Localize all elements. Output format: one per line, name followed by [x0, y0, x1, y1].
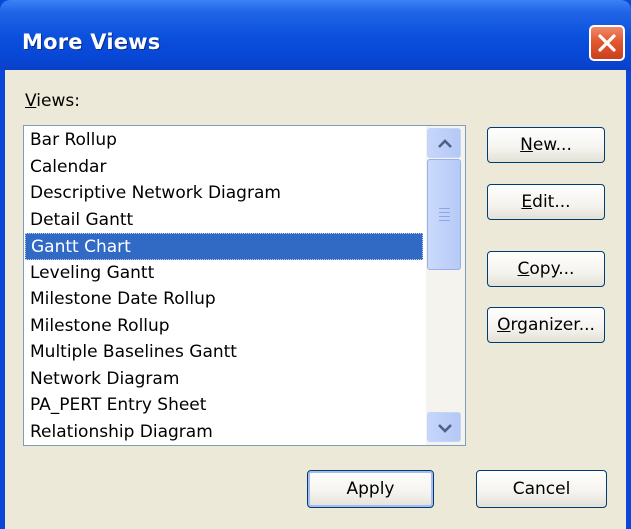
list-item[interactable]: Relationship Diagram	[25, 419, 423, 446]
list-item[interactable]: PA_PERT Entry Sheet	[25, 392, 423, 419]
apply-button-label: Apply	[346, 479, 395, 499]
edit-button[interactable]: Edit...	[487, 184, 605, 220]
list-item[interactable]: Calendar	[25, 154, 423, 181]
new-button-label: New...	[520, 135, 572, 155]
list-item[interactable]: Milestone Rollup	[25, 313, 423, 340]
list-item[interactable]: Milestone Date Rollup	[25, 286, 423, 313]
copy-button-label: Copy...	[517, 259, 575, 279]
apply-button[interactable]: Apply	[307, 470, 434, 508]
scroll-down-button[interactable]	[427, 412, 461, 442]
scroll-thumb[interactable]	[427, 159, 461, 270]
cancel-button[interactable]: Cancel	[476, 470, 607, 508]
views-list: Bar Rollup Calendar Descriptive Network Di…	[25, 127, 423, 445]
close-x-icon	[598, 34, 616, 52]
vertical-scrollbar[interactable]	[426, 126, 465, 445]
dialog-body: Views: Bar Rollup Calendar Descriptive Net…	[5, 70, 626, 529]
more-views-dialog: More Views Views: Bar Rollup Calendar Desc…	[0, 0, 631, 529]
dialog-title: More Views	[22, 30, 161, 54]
copy-button[interactable]: Copy...	[487, 251, 605, 287]
views-listbox[interactable]: Bar Rollup Calendar Descriptive Network Di…	[23, 125, 466, 446]
list-item[interactable]: Descriptive Network Diagram	[25, 180, 423, 207]
grip-line	[439, 216, 450, 217]
chevron-up-icon	[438, 139, 452, 148]
cancel-button-label: Cancel	[512, 479, 571, 499]
scroll-up-button[interactable]	[427, 128, 461, 158]
list-item[interactable]: Leveling Gantt	[25, 260, 423, 287]
new-button[interactable]: New...	[487, 127, 605, 163]
list-item[interactable]: Gantt Chart	[25, 233, 423, 260]
list-item[interactable]: Multiple Baselines Gantt	[25, 339, 423, 366]
list-item[interactable]: Network Diagram	[25, 366, 423, 393]
list-item[interactable]: Detail Gantt	[25, 207, 423, 234]
title-bar[interactable]: More Views	[0, 0, 631, 70]
grip-line	[439, 212, 450, 213]
organizer-button-label: Organizer...	[497, 315, 595, 335]
edit-button-label: Edit...	[521, 192, 571, 212]
grip-line	[439, 208, 450, 209]
views-label: Views:	[25, 91, 80, 111]
chevron-down-icon	[438, 424, 452, 433]
organizer-button[interactable]: Organizer...	[487, 307, 605, 343]
grip-line	[439, 220, 450, 221]
close-button[interactable]	[589, 25, 625, 61]
list-item[interactable]: Bar Rollup	[25, 127, 423, 154]
